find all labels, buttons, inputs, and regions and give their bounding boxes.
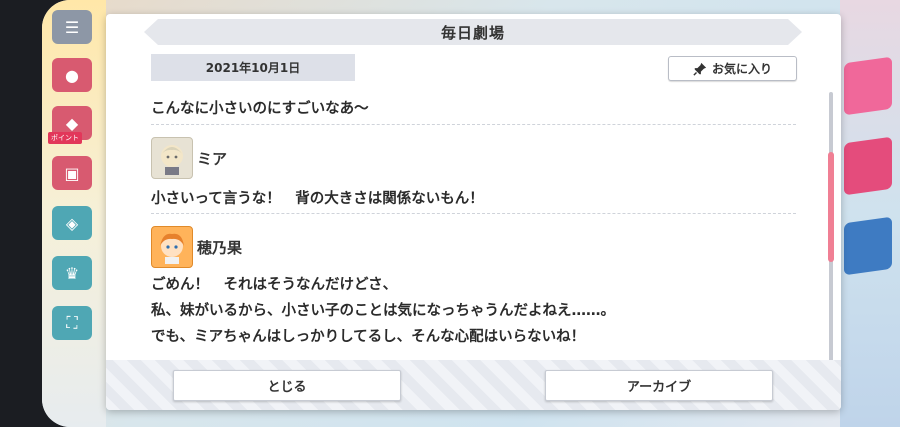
story-log[interactable]: こんなに小さいのにすごいなあ〜 ミア 小さいって言うな！ 背の大きさは関係ないも… <box>151 90 796 372</box>
speech-line: 小さいって言うな！ 背の大きさは関係ないもん！ <box>151 181 796 214</box>
chat-icon[interactable]: ● <box>52 58 92 92</box>
dialog-footer: とじる アーカイブ <box>106 360 841 410</box>
rail-point-tag: ポイント <box>48 132 82 144</box>
fullscreen-icon[interactable]: ⛶ <box>52 306 92 340</box>
daily-theater-dialog: 毎日劇場 2021年10月1日 お気に入り こんなに小さいのにすごいなあ〜 ミア <box>106 14 841 410</box>
speech-line: 私、妹がいるから、小さい子のことは気になっちゃうんだよねえ……。 <box>151 302 615 319</box>
gift-icon[interactable]: ▣ <box>52 156 92 190</box>
side-card-pink[interactable] <box>844 56 892 116</box>
right-side-strip <box>840 0 900 427</box>
side-card-red[interactable] <box>844 136 892 196</box>
avatar-mia <box>151 137 193 179</box>
speech-line: ごめん！ それはそうなんだけどさ、 <box>151 276 398 293</box>
speech-line: でも、ミアちゃんはしっかりしてるし、そんな心配はいらないね！ <box>151 328 586 345</box>
side-card-blue[interactable] <box>844 216 892 276</box>
left-menu-rail: ☰ ● ◆ ポイント ▣ ◈ ♛ ⛶ <box>42 0 106 427</box>
date-label: 2021年10月1日 <box>151 54 355 81</box>
favorite-label: お気に入り <box>711 62 772 76</box>
dialog-title: 毎日劇場 <box>440 23 505 42</box>
speaker-name: ミア <box>197 149 228 168</box>
dialog-header: 毎日劇場 <box>144 19 802 45</box>
favorite-button[interactable]: お気に入り <box>668 56 797 81</box>
mia-portrait-icon <box>161 145 183 175</box>
scrollbar-thumb[interactable] <box>828 152 834 262</box>
intro-line: こんなに小さいのにすごいなあ〜 <box>151 100 369 117</box>
close-button[interactable]: とじる <box>173 370 401 401</box>
menu-icon[interactable]: ☰ <box>52 10 92 44</box>
avatar-honoka <box>151 226 193 268</box>
honoka-portrait-icon <box>160 233 184 264</box>
speaker-row-mia: ミア <box>151 135 796 181</box>
speaker-name: 穂乃果 <box>197 238 243 257</box>
pin-icon <box>693 62 707 76</box>
speaker-row-honoka: 穂乃果 <box>151 224 796 270</box>
archive-button[interactable]: アーカイブ <box>545 370 773 401</box>
intro-line-row: こんなに小さいのにすごいなあ〜 <box>151 90 796 125</box>
crown-icon[interactable]: ♛ <box>52 256 92 290</box>
present-icon[interactable]: ◈ <box>52 206 92 240</box>
